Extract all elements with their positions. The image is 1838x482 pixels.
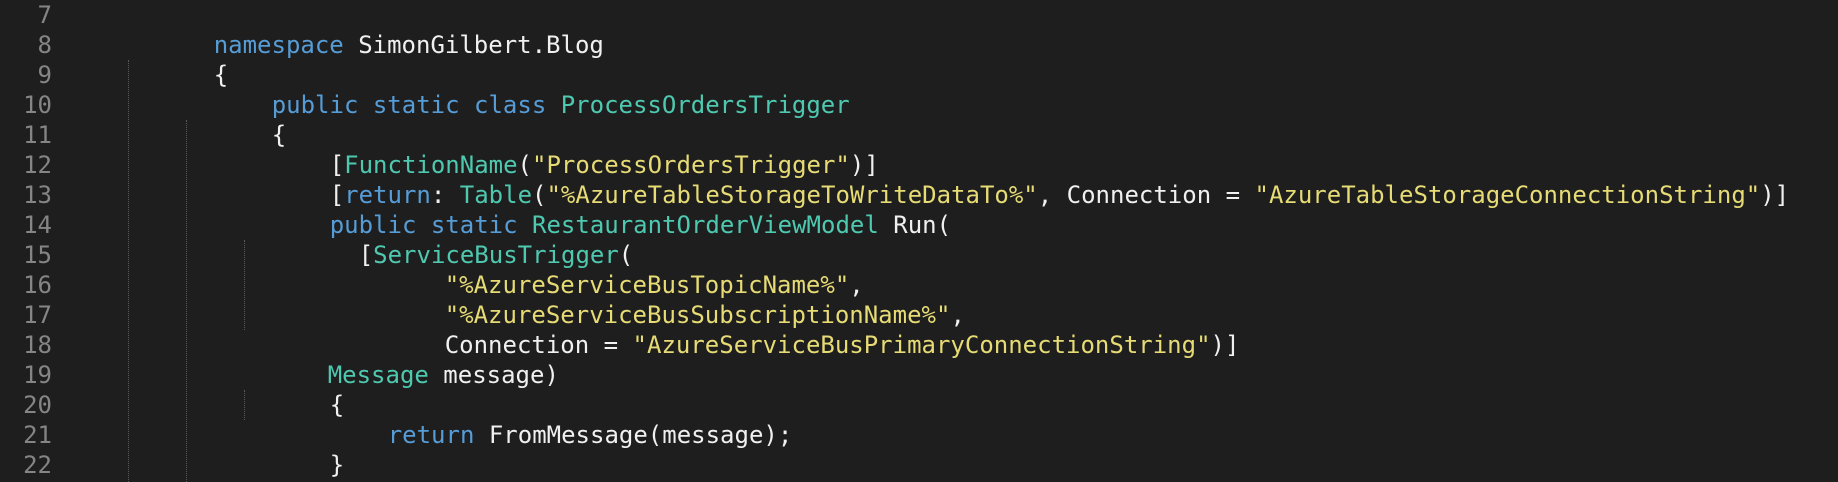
line-number: 15: [23, 241, 52, 269]
line-number: 22: [23, 451, 52, 479]
keyword: static: [372, 91, 460, 119]
line-number: 13: [23, 181, 52, 209]
code-line: return FromMessage(message);: [301, 390, 793, 449]
line-number: 18: [23, 331, 52, 359]
keyword: class: [474, 91, 547, 119]
identifier: , Connection =: [1037, 181, 1255, 209]
identifier: SimonGilbert.Blog: [343, 31, 604, 59]
code-line: "%AzureServiceBusSubscriptionName%",: [358, 270, 965, 329]
keyword: namespace: [213, 31, 344, 59]
line-number-gutter: 7 8 9 10 11 12 13 14 15 16 17 18 19 20 2…: [0, 0, 84, 482]
line-number: 11: [23, 121, 52, 149]
code-line: [FunctionName("ProcessOrdersTrigger")]: [243, 120, 879, 179]
line-number: 7: [37, 1, 52, 29]
line-number: 17: [23, 301, 52, 329]
punctuation: )]: [1210, 331, 1240, 359]
punctuation: )]: [1760, 181, 1790, 209]
indent-guide: [128, 60, 129, 482]
code-line: {: [185, 90, 286, 149]
identifier: FromMessage(message);: [474, 421, 793, 449]
code-editor[interactable]: 7 8 9 10 11 12 13 14 15 16 17 18 19 20 2…: [0, 0, 1838, 482]
code-area[interactable]: namespace SimonGilbert.Blog { public sta…: [84, 0, 1838, 482]
line-number: 20: [23, 391, 52, 419]
line-number: 8: [37, 31, 52, 59]
code-line: Connection = "AzureServiceBusPrimaryConn…: [358, 300, 1240, 359]
identifier: Run(: [878, 211, 952, 239]
string-literal: "AzureServiceBusPrimaryConnectionString": [632, 331, 1211, 359]
line-number: 10: [23, 91, 52, 119]
code-line: {: [243, 360, 344, 419]
code-line: Message message): [241, 330, 559, 389]
line-number: 16: [23, 271, 52, 299]
line-number: 19: [23, 361, 52, 389]
code-line: [ServiceBusTrigger(: [272, 210, 634, 269]
code-line: public static RestaurantOrderViewModel R…: [243, 180, 951, 239]
line-number: 9: [37, 61, 52, 89]
keyword: return: [387, 421, 475, 449]
code-line: }: [243, 420, 344, 479]
identifier: message): [428, 361, 559, 389]
line-number: 14: [23, 211, 52, 239]
line-number: 12: [23, 151, 52, 179]
class-name: ProcessOrdersTrigger: [560, 91, 850, 119]
punctuation: }: [329, 451, 345, 479]
code-line: [return: Table("%AzureTableStorageToWrit…: [243, 150, 1789, 209]
code-line: namespace SimonGilbert.Blog: [127, 0, 604, 59]
code-line: {: [127, 30, 228, 89]
line-number: 21: [23, 421, 52, 449]
code-line: "%AzureServiceBusTopicName%",: [358, 240, 864, 299]
code-line: public static class ProcessOrdersTrigger: [185, 60, 850, 119]
string-literal: "AzureTableStorageConnectionString": [1254, 181, 1761, 209]
